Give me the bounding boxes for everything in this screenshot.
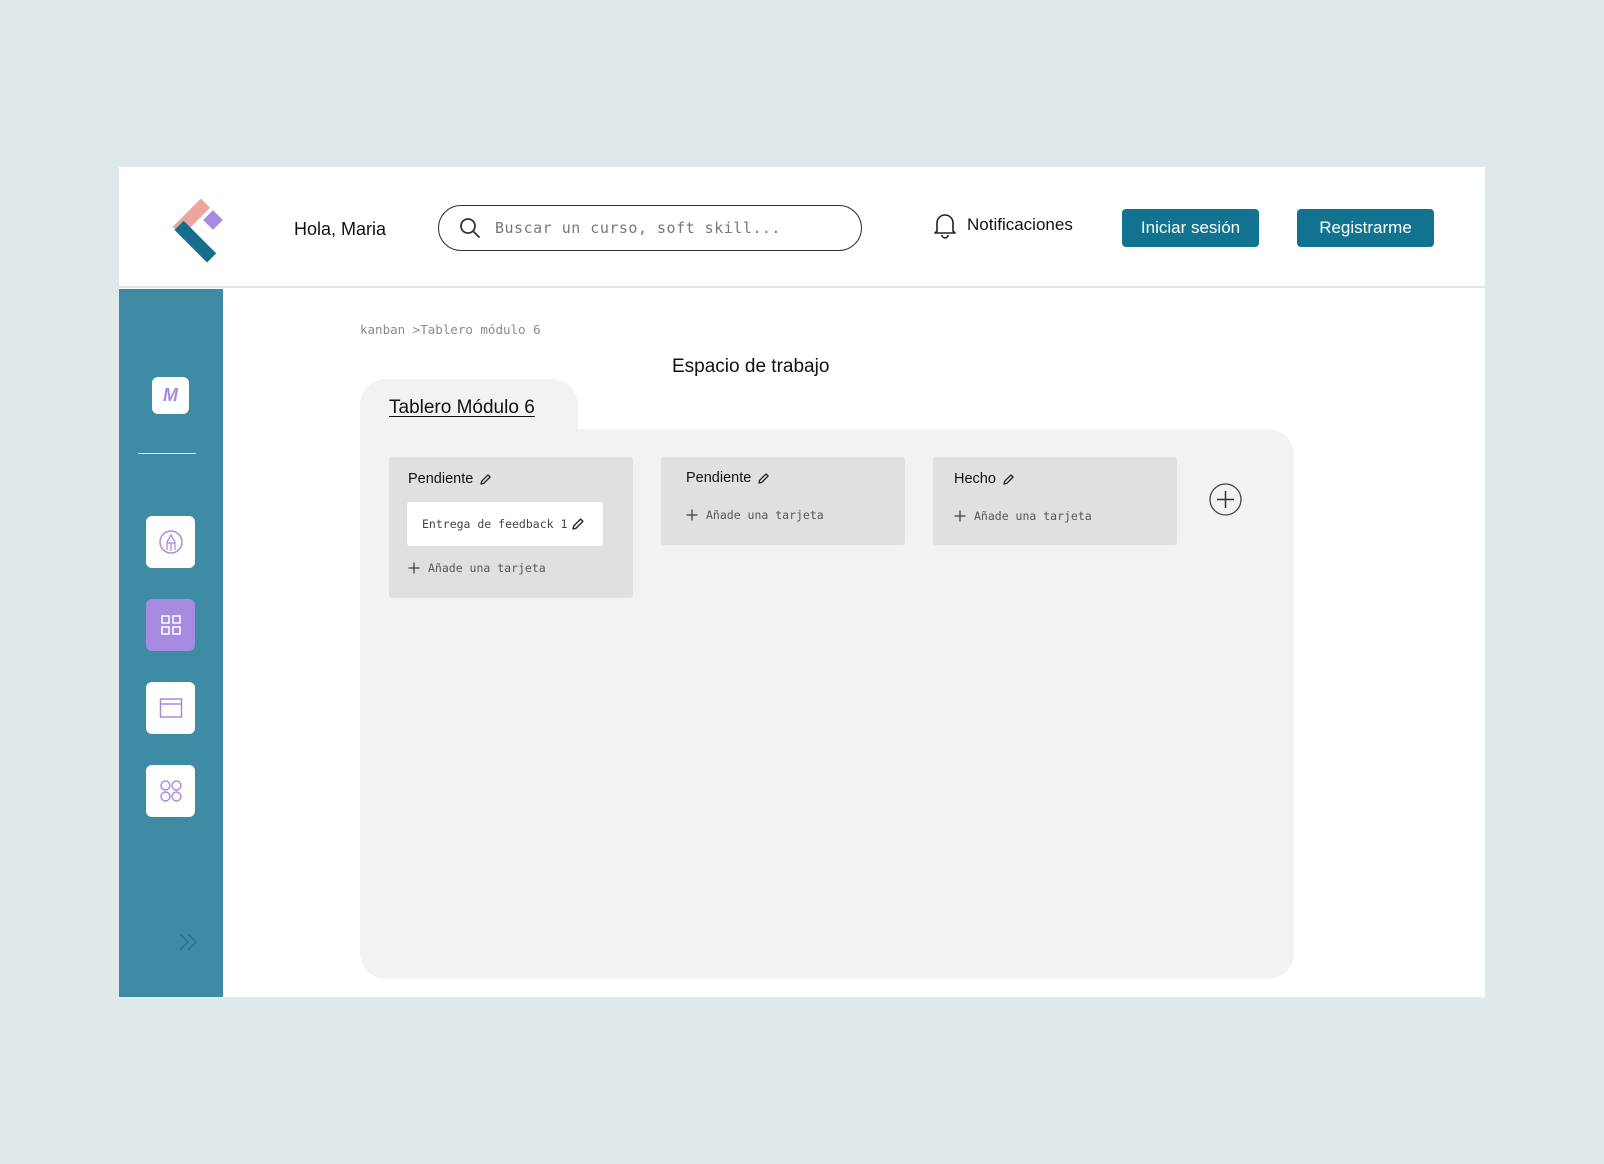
sidebar-item-kanban[interactable] — [146, 599, 195, 651]
brand-logo[interactable] — [167, 185, 237, 265]
board-tab-label: Tablero Módulo 6 — [389, 397, 535, 418]
add-card-label: Añade una tarjeta — [974, 509, 1092, 523]
notifications-label: Notificaciones — [967, 215, 1073, 234]
user-greeting: Hola, Maria — [294, 219, 387, 239]
add-card-button[interactable]: Añade una tarjeta — [686, 508, 824, 522]
top-header: Hola, Maria Notificaciones Iniciar sesió… — [119, 167, 1485, 288]
column-header: Hecho — [954, 471, 1015, 487]
column-title: Hecho — [954, 471, 996, 487]
pencil-circle-icon — [158, 529, 184, 555]
plus-icon — [954, 510, 966, 522]
kanban-board: Pendiente Entrega de feedback 1 Añade un… — [360, 429, 1294, 979]
edit-icon[interactable] — [1002, 473, 1015, 486]
add-column-button[interactable] — [1209, 483, 1242, 516]
sidebar-item-window[interactable] — [146, 682, 195, 734]
sidebar-item-pencil[interactable] — [146, 516, 195, 568]
page-title: Espacio de trabajo — [672, 356, 830, 377]
profile-avatar[interactable]: M — [152, 377, 189, 414]
kanban-card[interactable]: Entrega de feedback 1 — [407, 502, 603, 546]
add-card-label: Añade una tarjeta — [428, 561, 546, 575]
register-button[interactable]: Registrarme — [1297, 209, 1434, 247]
kanban-column: Pendiente Añade una tarjeta — [661, 457, 905, 545]
expand-sidebar-icon[interactable] — [177, 932, 201, 952]
add-card-label: Añade una tarjeta — [706, 508, 824, 522]
edit-icon[interactable] — [757, 472, 770, 485]
grid-icon — [160, 614, 182, 636]
kanban-column: Pendiente Entrega de feedback 1 Añade un… — [389, 457, 633, 598]
edit-icon[interactable] — [479, 473, 492, 486]
edit-icon[interactable] — [571, 517, 585, 531]
search-icon — [459, 217, 481, 239]
notifications-link[interactable]: Notificaciones — [933, 211, 1073, 239]
search-input[interactable] — [495, 219, 835, 237]
plus-icon — [408, 562, 420, 574]
bell-icon — [933, 211, 957, 239]
card-title: Entrega de feedback 1 — [422, 517, 568, 531]
column-header: Pendiente — [686, 470, 770, 486]
sidebar-item-circles[interactable] — [146, 765, 195, 817]
add-card-button[interactable]: Añade una tarjeta — [954, 509, 1092, 523]
plus-icon — [686, 509, 698, 521]
kanban-column: Hecho Añade una tarjeta — [933, 457, 1177, 545]
column-header: Pendiente — [408, 471, 492, 487]
app-window: Hola, Maria Notificaciones Iniciar sesió… — [119, 167, 1485, 997]
sidebar: M — [119, 289, 223, 997]
column-title: Pendiente — [686, 470, 752, 486]
add-card-button[interactable]: Añade una tarjeta — [408, 561, 546, 575]
login-button[interactable]: Iniciar sesión — [1122, 209, 1259, 247]
circles-icon — [159, 779, 183, 803]
search-bar[interactable] — [438, 205, 862, 251]
column-title: Pendiente — [408, 471, 474, 487]
sidebar-divider — [138, 453, 196, 454]
plus-circle-icon — [1209, 483, 1242, 516]
breadcrumb[interactable]: kanban >Tablero módulo 6 — [360, 322, 541, 337]
window-icon — [159, 697, 183, 719]
